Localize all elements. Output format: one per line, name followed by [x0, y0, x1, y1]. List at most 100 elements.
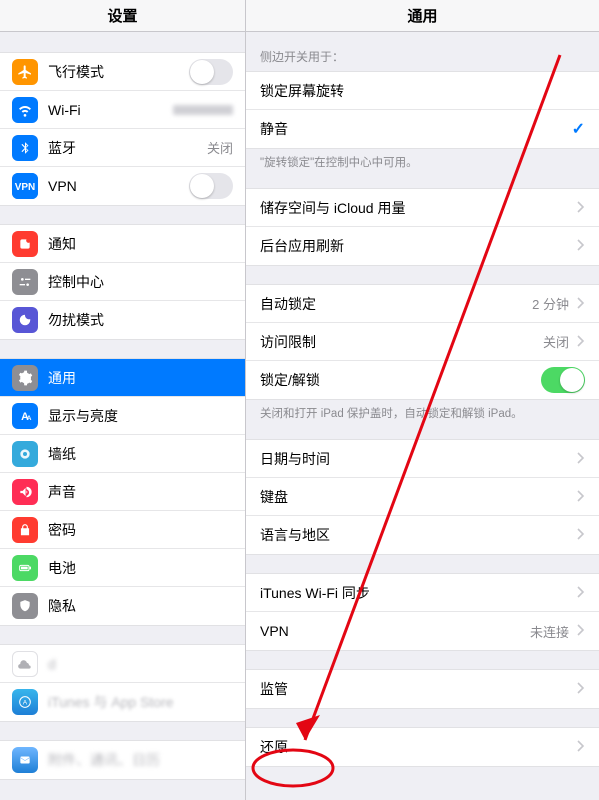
- chevron-right-icon: [577, 334, 585, 350]
- bluetooth-value: 关闭: [207, 138, 233, 157]
- auto-lock-label: 自动锁定: [260, 294, 532, 314]
- cover-note: 关闭和打开 iPad 保护盖时，自动锁定和解锁 iPad。: [246, 400, 599, 421]
- sidebar-item-bluetooth[interactable]: 蓝牙 关闭: [0, 129, 245, 167]
- sidebar-item-sounds[interactable]: 声音: [0, 473, 245, 511]
- icloud-label: d: [48, 656, 233, 672]
- chevron-right-icon: [577, 238, 585, 254]
- row-itunes-sync[interactable]: iTunes Wi-Fi 同步: [246, 574, 599, 612]
- svg-text:A: A: [23, 700, 28, 707]
- chevron-right-icon: [577, 527, 585, 543]
- dnd-label: 勿扰模式: [48, 310, 233, 330]
- row-restrictions[interactable]: 访问限制 关闭: [246, 323, 599, 361]
- display-label: 显示与亮度: [48, 406, 233, 426]
- row-background-refresh[interactable]: 后台应用刷新: [246, 227, 599, 265]
- itunes-sync-label: iTunes Wi-Fi 同步: [260, 583, 569, 603]
- sidebar-item-battery[interactable]: 电池: [0, 549, 245, 587]
- settings-header: 设置: [0, 0, 245, 32]
- itunes-store-label: iTunes 与 App Store: [48, 692, 233, 712]
- sidebar-item-passcode[interactable]: 密码: [0, 511, 245, 549]
- battery-icon: [12, 555, 38, 581]
- svg-text:A: A: [27, 415, 32, 422]
- wifi-value: [173, 105, 233, 115]
- bluetooth-label: 蓝牙: [48, 138, 201, 158]
- keyboard-label: 键盘: [260, 487, 569, 507]
- wallpaper-icon: [12, 441, 38, 467]
- reset-label: 还原: [260, 737, 569, 757]
- vpn-label: VPN: [48, 178, 189, 194]
- storage-label: 储存空间与 iCloud 用量: [260, 198, 569, 218]
- sidebar-item-notifications[interactable]: 通知: [0, 225, 245, 263]
- dnd-icon: [12, 307, 38, 333]
- chevron-right-icon: [577, 623, 585, 639]
- row-language-region[interactable]: 语言与地区: [246, 516, 599, 554]
- profiles-label: 监管: [260, 679, 569, 699]
- chevron-right-icon: [577, 739, 585, 755]
- mail-icon: [12, 747, 38, 773]
- sidebar-item-mail[interactable]: 附件、通讯、日历: [0, 741, 245, 779]
- row-rotation-lock[interactable]: 锁定屏幕旋转: [246, 72, 599, 110]
- sidebar-item-icloud[interactable]: d: [0, 645, 245, 683]
- chevron-right-icon: [577, 200, 585, 216]
- row-lock-unlock[interactable]: 锁定/解锁: [246, 361, 599, 399]
- itunes-icon: A: [12, 689, 38, 715]
- sounds-icon: [12, 479, 38, 505]
- gear-icon: [12, 365, 38, 391]
- vpn-toggle[interactable]: [189, 173, 233, 199]
- airplane-icon: [12, 59, 38, 85]
- control-center-label: 控制中心: [48, 272, 233, 292]
- chevron-right-icon: [577, 489, 585, 505]
- sidebar-item-display[interactable]: AA 显示与亮度: [0, 397, 245, 435]
- language-region-label: 语言与地区: [260, 525, 569, 545]
- sidebar-item-dnd[interactable]: 勿扰模式: [0, 301, 245, 339]
- sidebar-item-wifi[interactable]: Wi-Fi: [0, 91, 245, 129]
- lock-unlock-toggle[interactable]: [541, 367, 585, 393]
- row-keyboard[interactable]: 键盘: [246, 478, 599, 516]
- privacy-icon: [12, 593, 38, 619]
- row-reset[interactable]: 还原: [246, 728, 599, 766]
- privacy-label: 隐私: [48, 596, 233, 616]
- bluetooth-icon: [12, 135, 38, 161]
- date-time-label: 日期与时间: [260, 449, 569, 469]
- vpn-detail-label: VPN: [260, 623, 530, 639]
- auto-lock-value: 2 分钟: [532, 294, 569, 313]
- background-refresh-label: 后台应用刷新: [260, 236, 569, 256]
- sidebar-item-control-center[interactable]: 控制中心: [0, 263, 245, 301]
- restrictions-value: 关闭: [543, 332, 569, 351]
- wallpaper-label: 墙纸: [48, 444, 233, 464]
- sidebar-item-vpn[interactable]: VPN VPN: [0, 167, 245, 205]
- sidebar-item-airplane[interactable]: 飞行模式: [0, 53, 245, 91]
- rotation-note: "旋转锁定"在控制中心中可用。: [246, 149, 599, 170]
- row-profiles[interactable]: 监管: [246, 670, 599, 708]
- display-icon: AA: [12, 403, 38, 429]
- lock-unlock-label: 锁定/解锁: [260, 370, 541, 390]
- general-label: 通用: [48, 368, 233, 388]
- sidebar-item-general[interactable]: 通用: [0, 359, 245, 397]
- side-switch-label: 侧边开关用于：: [246, 42, 599, 69]
- control-center-icon: [12, 269, 38, 295]
- sidebar-item-wallpaper[interactable]: 墙纸: [0, 435, 245, 473]
- mute-label: 静音: [260, 119, 572, 139]
- chevron-right-icon: [577, 585, 585, 601]
- sidebar-item-itunes-store[interactable]: A iTunes 与 App Store: [0, 683, 245, 721]
- row-vpn-detail[interactable]: VPN 未连接: [246, 612, 599, 650]
- airplane-toggle[interactable]: [189, 59, 233, 85]
- wifi-icon: [12, 97, 38, 123]
- svg-text:VPN: VPN: [15, 182, 36, 193]
- row-auto-lock[interactable]: 自动锁定 2 分钟: [246, 285, 599, 323]
- lock-icon: [12, 517, 38, 543]
- row-storage[interactable]: 储存空间与 iCloud 用量: [246, 189, 599, 227]
- row-mute[interactable]: 静音 ✓: [246, 110, 599, 148]
- notifications-icon: [12, 231, 38, 257]
- passcode-label: 密码: [48, 520, 233, 540]
- row-date-time[interactable]: 日期与时间: [246, 440, 599, 478]
- sidebar-item-privacy[interactable]: 隐私: [0, 587, 245, 625]
- vpn-icon: VPN: [12, 173, 38, 199]
- wifi-label: Wi-Fi: [48, 102, 167, 118]
- cloud-icon: [12, 651, 38, 677]
- vpn-detail-value: 未连接: [530, 622, 569, 641]
- sounds-label: 声音: [48, 482, 233, 502]
- mail-label: 附件、通讯、日历: [48, 750, 233, 770]
- rotation-lock-label: 锁定屏幕旋转: [260, 81, 585, 101]
- check-icon: ✓: [572, 119, 585, 139]
- airplane-label: 飞行模式: [48, 62, 189, 82]
